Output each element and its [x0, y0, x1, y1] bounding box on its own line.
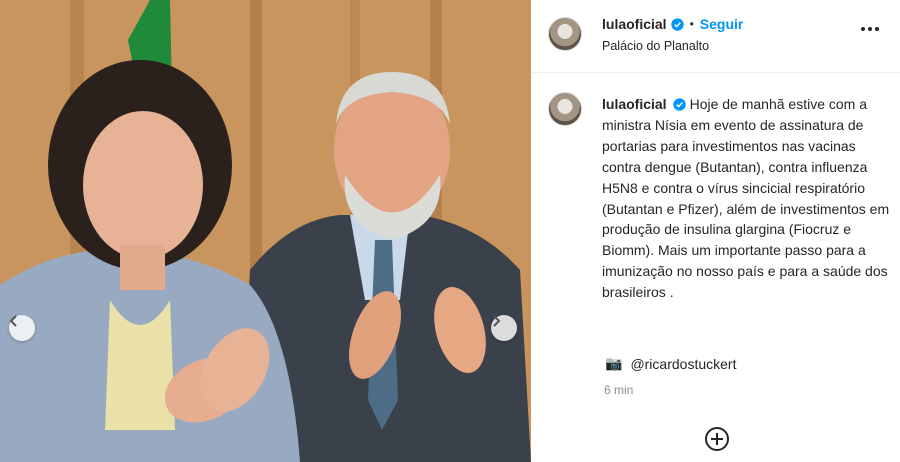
username-link[interactable]: lulaoficial: [602, 16, 667, 32]
post-header: lulaoficial • Seguir Palácio do Planalto: [531, 0, 900, 73]
caption-text: Hoje de manhã estive com a ministra Nísi…: [602, 96, 890, 301]
next-photo-button[interactable]: [491, 315, 517, 341]
previous-photo-button[interactable]: [9, 315, 35, 341]
post-side-panel: lulaoficial • Seguir Palácio do Planalto…: [531, 0, 900, 462]
photo-illustration: [0, 0, 531, 462]
more-options-icon[interactable]: [861, 27, 879, 31]
caption-username-link[interactable]: lulaoficial: [602, 96, 667, 112]
post-caption: lulaoficial Hoje de manhã estive com a m…: [602, 94, 892, 303]
separator-dot: •: [689, 17, 694, 31]
camera-icon: 📷: [605, 355, 623, 371]
plus-circle-icon[interactable]: [704, 426, 730, 457]
post-timestamp: 6 min: [604, 383, 634, 397]
photo-credit: 📷 @ricardostuckert: [605, 355, 736, 372]
caption-avatar[interactable]: [548, 92, 582, 126]
verified-badge-icon: [670, 17, 684, 31]
header-user-row: lulaoficial • Seguir: [602, 16, 743, 32]
avatar[interactable]: [548, 17, 582, 51]
verified-badge-icon: [672, 98, 686, 111]
chevron-left-icon: [9, 315, 17, 327]
post-photo: [0, 0, 531, 462]
follow-button[interactable]: Seguir: [700, 16, 744, 32]
location-link[interactable]: Palácio do Planalto: [602, 39, 709, 53]
chevron-right-icon: [493, 315, 501, 327]
credit-handle-link[interactable]: @ricardostuckert: [630, 356, 736, 372]
